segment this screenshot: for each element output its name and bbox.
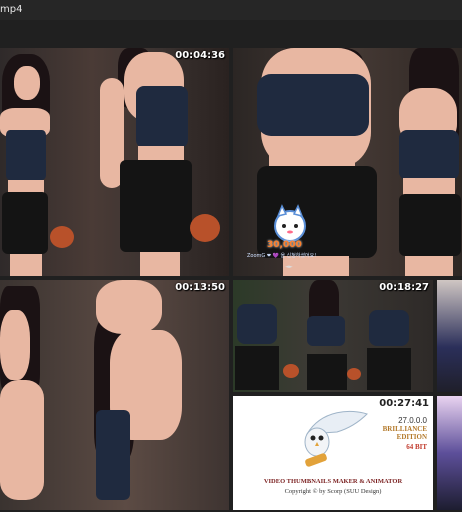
product-name: VIDEO THUMBNAILS MAKER & ANIMATOR bbox=[263, 478, 403, 485]
pumpkin-decoration bbox=[50, 226, 74, 248]
thumbnail-timestamp: 00:04:36 bbox=[175, 50, 225, 61]
thumbnail-1[interactable]: 00:04:36 bbox=[0, 48, 229, 276]
top-shape bbox=[369, 310, 409, 346]
bits-label: 64 BIT bbox=[406, 443, 427, 451]
pumpkin-decoration bbox=[190, 214, 220, 242]
window-title-bar: mp4 bbox=[0, 0, 462, 20]
side-strip-background bbox=[437, 280, 462, 392]
top-shape bbox=[237, 304, 277, 344]
face-shape bbox=[0, 310, 30, 380]
copyright-text: Copyright © by Scorp (SUU Design) bbox=[284, 488, 382, 495]
badge-indicator: ◄► bbox=[285, 264, 293, 270]
owl-logo-icon bbox=[304, 410, 368, 467]
legs-shape bbox=[10, 254, 42, 276]
arm-shape bbox=[0, 380, 44, 500]
skirt-shape bbox=[307, 354, 347, 390]
skirt-shape bbox=[399, 194, 461, 256]
thumbnail-timestamp: 00:27:41 bbox=[379, 398, 429, 409]
top-shape bbox=[257, 74, 369, 136]
skirt-shape bbox=[2, 192, 48, 254]
top-shape bbox=[307, 316, 345, 346]
product-info-card[interactable]: 00:27:41 27.0.0.0 BRILLIANCE EDITION 64 … bbox=[233, 396, 433, 510]
skirt-shape bbox=[120, 160, 192, 252]
face-shape bbox=[14, 66, 40, 100]
edition-label: EDITION bbox=[396, 433, 427, 441]
edition-label: BRILLIANCE bbox=[382, 425, 427, 433]
pumpkin-decoration bbox=[283, 364, 299, 378]
skirt-shape bbox=[367, 348, 411, 390]
top-shape bbox=[6, 130, 46, 180]
thumbnail-side-strip-top[interactable] bbox=[437, 280, 462, 392]
top-shape bbox=[399, 130, 459, 180]
badge-message: ZoomG ❤ 💜 을 신청하셨어요! bbox=[247, 253, 317, 259]
top-shape bbox=[136, 86, 188, 148]
thumbnail-2[interactable]: 30,000 ZoomG ❤ 💜 을 신청하셨어요! ◄► bbox=[233, 48, 462, 276]
thumbnail-timestamp: 00:13:50 bbox=[175, 282, 225, 293]
pumpkin-decoration bbox=[347, 368, 361, 380]
thumbnail-3[interactable]: 00:13:50 bbox=[0, 280, 229, 510]
cat-mascot-icon bbox=[274, 204, 306, 242]
thumbnail-4[interactable]: 00:18:27 bbox=[233, 280, 433, 392]
skirt-shape bbox=[235, 346, 279, 390]
face-shape bbox=[96, 280, 162, 334]
legs-shape bbox=[405, 256, 453, 276]
top-shape bbox=[96, 410, 130, 500]
version-number: 27.0.0.0 bbox=[398, 416, 427, 425]
thumbnail-timestamp: 00:18:27 bbox=[379, 282, 429, 293]
window-title: mp4 bbox=[0, 4, 23, 15]
side-strip-background bbox=[437, 396, 462, 510]
legs-shape bbox=[140, 252, 180, 276]
thumbnail-side-strip-bottom[interactable] bbox=[437, 396, 462, 510]
badge-number: 30,000 bbox=[267, 240, 302, 250]
